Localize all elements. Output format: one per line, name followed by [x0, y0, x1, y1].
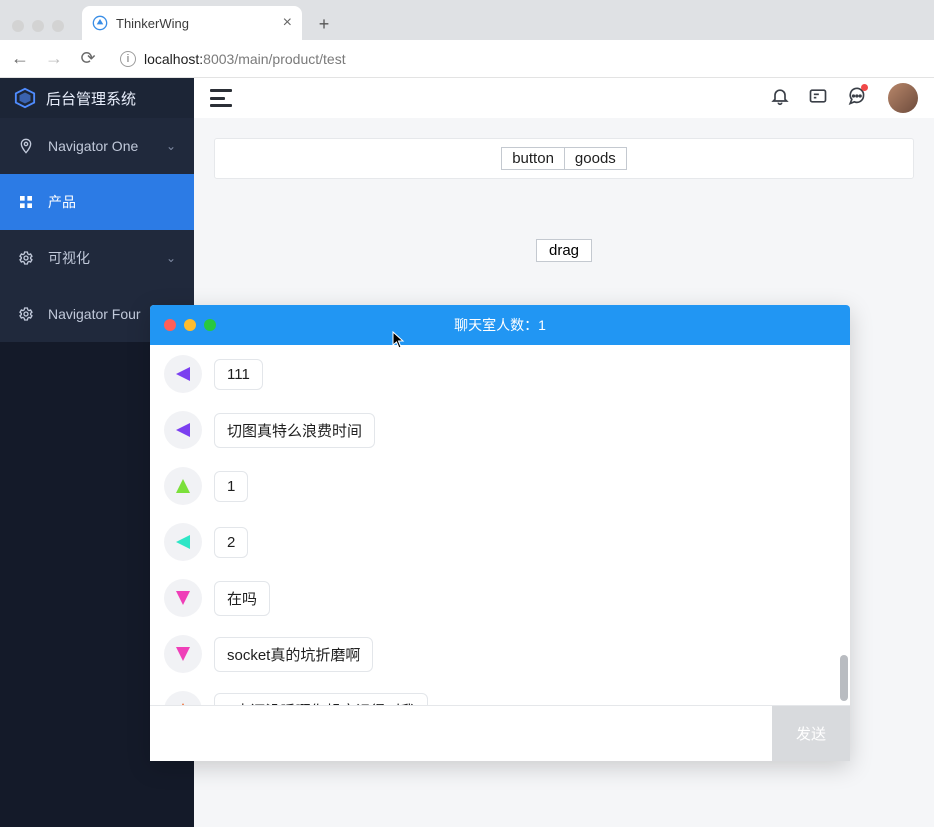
chat-close-icon[interactable] — [164, 319, 176, 331]
chat-input[interactable] — [150, 706, 772, 761]
chat-bubble-icon[interactable] — [846, 86, 866, 111]
sidebar-item-label: Navigator Four — [48, 306, 141, 322]
gear-icon — [18, 250, 34, 266]
message-bubble: socket真的坑折磨啊 — [214, 637, 373, 672]
traffic-zoom[interactable] — [52, 20, 64, 32]
message-avatar-icon — [164, 523, 202, 561]
address-url: localhost:8003/main/product/test — [144, 51, 346, 67]
chat-message: 切图真特么浪费时间 — [164, 411, 836, 449]
tab-close-icon[interactable]: × — [283, 15, 292, 31]
traffic-close[interactable] — [12, 20, 24, 32]
message-avatar-icon — [164, 579, 202, 617]
new-tab-button[interactable]: + — [312, 12, 336, 36]
tab-bar: ThinkerWing × + — [0, 0, 934, 40]
sidebar-item-label: 产品 — [48, 192, 76, 212]
chat-zoom-icon[interactable] — [204, 319, 216, 331]
sidebar-item-navigator-one[interactable]: Navigator One ⌄ — [0, 118, 194, 174]
scrollbar-thumb[interactable] — [840, 655, 848, 701]
chat-window[interactable]: 聊天室人数：1 111 切图真特么浪费时间 1 2 在吗 socket真的坑折磨啊 6点还没… — [150, 305, 850, 761]
page-content: button goods drag — [194, 118, 934, 282]
topbar — [194, 78, 934, 118]
site-info-icon[interactable]: i — [120, 51, 136, 67]
button-button[interactable]: button — [501, 147, 565, 170]
browser-tab[interactable]: ThinkerWing × — [82, 6, 302, 40]
message-avatar-icon — [164, 355, 202, 393]
sidebar-item-visualization[interactable]: 可视化 ⌄ — [0, 230, 194, 286]
traffic-minimize[interactable] — [32, 20, 44, 32]
message-avatar-icon — [164, 691, 202, 705]
sidebar-header: 后台管理系统 — [0, 78, 194, 118]
nav-back-icon[interactable]: ← — [10, 48, 30, 69]
chat-title: 聊天室人数：1 — [454, 315, 546, 335]
sidebar-item-product[interactable]: 产品 — [0, 174, 194, 230]
app-logo-icon — [14, 87, 36, 109]
chat-message: 在吗 — [164, 579, 836, 617]
app-title: 后台管理系统 — [46, 88, 136, 109]
chat-message: socket真的坑折磨啊 — [164, 635, 836, 673]
browser-chrome: ThinkerWing × + ← → ⟳ i localhost:8003/m… — [0, 0, 934, 78]
message-bubble: 切图真特么浪费时间 — [214, 413, 375, 448]
message-bubble: 在吗 — [214, 581, 270, 616]
tab-favicon-icon — [92, 15, 108, 31]
message-bubble: 111 — [214, 359, 263, 390]
chat-window-controls — [164, 319, 216, 331]
drag-button[interactable]: drag — [536, 239, 592, 262]
user-avatar[interactable] — [888, 83, 918, 113]
drag-area: drag — [214, 239, 914, 262]
message-avatar-icon — [164, 467, 202, 505]
sidebar-item-label: Navigator One — [48, 138, 138, 154]
message-bubble: 6点还没睡啊你起床记得叫我 — [214, 693, 428, 706]
send-button[interactable]: 发送 — [772, 706, 850, 761]
chat-header[interactable]: 聊天室人数：1 — [150, 305, 850, 345]
message-bubble: 1 — [214, 471, 248, 502]
chat-minimize-icon[interactable] — [184, 319, 196, 331]
address-row: ← → ⟳ i localhost:8003/main/product/test — [0, 40, 934, 78]
message-avatar-icon — [164, 635, 202, 673]
gear-icon — [18, 306, 34, 322]
goods-button[interactable]: goods — [564, 147, 627, 170]
message-bubble: 2 — [214, 527, 248, 558]
message-card-icon[interactable] — [808, 86, 828, 111]
tab-title: ThinkerWing — [116, 16, 189, 31]
button-group-panel: button goods — [214, 138, 914, 179]
chat-message: 111 — [164, 355, 836, 393]
grid-icon — [18, 194, 34, 210]
window-traffic-lights — [12, 20, 64, 32]
chat-message: 1 — [164, 467, 836, 505]
menu-toggle-icon[interactable] — [210, 89, 232, 107]
chat-messages[interactable]: 111 切图真特么浪费时间 1 2 在吗 socket真的坑折磨啊 6点还没睡啊你起床记得叫… — [150, 345, 850, 705]
address-bar[interactable]: i localhost:8003/main/product/test — [112, 47, 924, 71]
chat-input-row: 发送 — [150, 705, 850, 761]
chevron-down-icon: ⌄ — [166, 251, 176, 265]
chevron-down-icon: ⌄ — [166, 139, 176, 153]
location-icon — [18, 138, 34, 154]
notification-dot — [861, 84, 868, 91]
sidebar-item-label: 可视化 — [48, 248, 90, 268]
chat-message: 6点还没睡啊你起床记得叫我 — [164, 691, 836, 705]
chat-message: 2 — [164, 523, 836, 561]
nav-reload-icon[interactable]: ⟳ — [78, 48, 98, 69]
nav-forward-icon[interactable]: → — [44, 48, 64, 69]
notification-bell-icon[interactable] — [770, 86, 790, 111]
message-avatar-icon — [164, 411, 202, 449]
